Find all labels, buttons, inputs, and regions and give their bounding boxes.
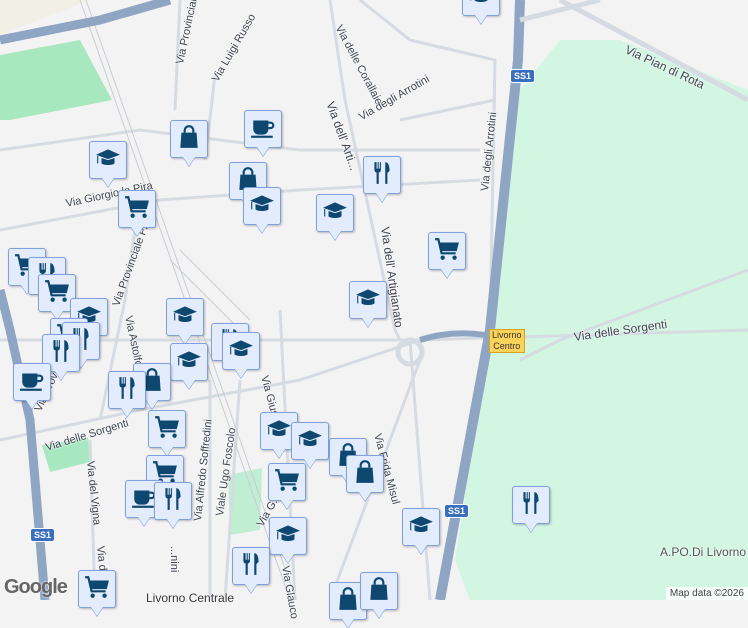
education-icon xyxy=(468,0,494,13)
shop-icon xyxy=(176,124,202,155)
highway-left xyxy=(0,288,50,600)
education-icon xyxy=(249,191,275,222)
education-marker[interactable] xyxy=(166,298,204,336)
exit-sign-line: Livorno xyxy=(492,330,522,340)
education-icon xyxy=(266,416,292,447)
education-marker[interactable] xyxy=(462,0,500,16)
grocery-cart-icon xyxy=(434,236,460,267)
shop-marker[interactable] xyxy=(360,572,398,610)
education-marker[interactable] xyxy=(243,187,281,225)
shop-icon xyxy=(366,576,392,607)
restaurant-icon xyxy=(114,375,140,406)
restaurant-icon xyxy=(518,490,544,521)
education-marker[interactable] xyxy=(291,422,329,460)
route-shield: SS1 xyxy=(30,528,56,542)
education-icon xyxy=(297,426,323,457)
restaurant-marker[interactable] xyxy=(154,482,192,520)
cafe-icon xyxy=(19,367,45,398)
restaurant-marker[interactable] xyxy=(512,486,550,524)
restaurant-marker[interactable] xyxy=(232,547,270,585)
shop-marker[interactable] xyxy=(170,120,208,158)
street-label: ...nini xyxy=(168,546,180,573)
education-icon xyxy=(95,145,121,176)
education-marker[interactable] xyxy=(316,194,354,232)
grocery-cart-icon xyxy=(274,467,300,498)
grocery-cart-icon xyxy=(124,194,150,225)
grocery-cart-marker[interactable] xyxy=(148,410,186,448)
route-shield: SS1 xyxy=(444,504,470,518)
cafe-marker[interactable] xyxy=(13,363,51,401)
education-icon xyxy=(176,347,202,378)
grocery-cart-icon xyxy=(154,414,180,445)
map-attribution[interactable]: Map data ©2026 xyxy=(665,587,748,600)
grocery-cart-marker[interactable] xyxy=(78,570,116,608)
grocery-cart-marker[interactable] xyxy=(118,190,156,228)
exit-sign-line: Centro xyxy=(493,341,521,351)
education-marker[interactable] xyxy=(222,332,260,370)
grocery-cart-marker[interactable] xyxy=(428,232,466,270)
education-icon xyxy=(355,285,381,316)
restaurant-icon xyxy=(48,338,74,369)
grocery-cart-marker[interactable] xyxy=(268,463,306,501)
restaurant-icon xyxy=(238,551,264,582)
restaurant-marker[interactable] xyxy=(363,156,401,194)
restaurant-icon xyxy=(160,486,186,517)
restaurant-marker[interactable] xyxy=(108,371,146,409)
education-marker[interactable] xyxy=(402,508,440,546)
cafe-marker[interactable] xyxy=(244,110,282,148)
shop-icon xyxy=(335,586,361,617)
cafe-icon xyxy=(250,114,276,145)
education-marker[interactable] xyxy=(349,281,387,319)
education-icon xyxy=(172,302,198,333)
education-icon xyxy=(322,198,348,229)
grocery-cart-icon xyxy=(44,278,70,309)
education-marker[interactable] xyxy=(170,343,208,381)
education-icon xyxy=(408,512,434,543)
place-label: A.PO.Di Livorno xyxy=(660,545,747,559)
exit-sign: Livorno Centro xyxy=(489,329,525,353)
google-logo[interactable]: Google xyxy=(4,576,68,599)
education-icon xyxy=(228,336,254,367)
sports-field xyxy=(0,40,112,120)
restaurant-icon xyxy=(369,160,395,191)
shop-marker[interactable] xyxy=(346,455,384,493)
education-marker[interactable] xyxy=(89,141,127,179)
education-marker[interactable] xyxy=(269,517,307,555)
education-icon xyxy=(275,521,301,552)
station-label: Livorno Centrale xyxy=(146,591,235,605)
route-shield: SS1 xyxy=(510,69,536,83)
shop-icon xyxy=(352,459,378,490)
park-area xyxy=(455,40,748,600)
